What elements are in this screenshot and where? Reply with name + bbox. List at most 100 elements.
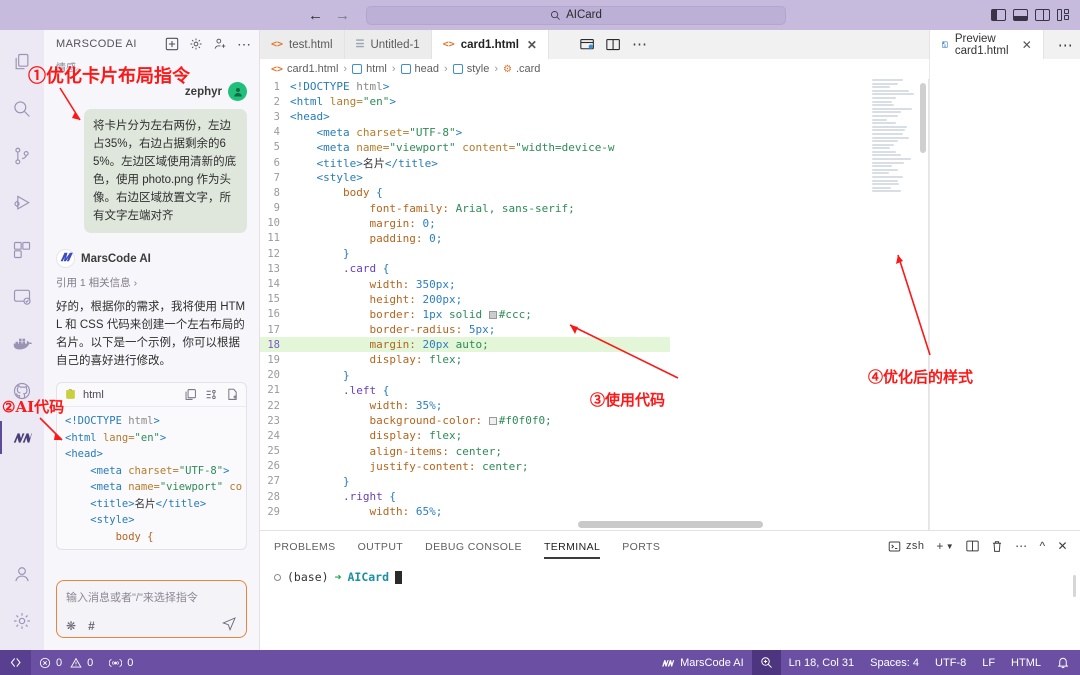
close-icon[interactable]: ✕ (1022, 38, 1032, 52)
preview-pane[interactable]: 张三 软件工程师 电话： 123456789 邮箱：zhangsan@examp… (929, 59, 1080, 530)
close-icon[interactable]: ✕ (1058, 539, 1068, 553)
zoom-status[interactable] (752, 650, 781, 675)
open-preview-icon[interactable] (580, 38, 595, 52)
tab-preview-card1[interactable]: Preview card1.html ✕ (930, 30, 1044, 59)
split-terminal-icon[interactable] (966, 540, 979, 552)
sidebar-item-source-control[interactable] (0, 132, 44, 179)
indentation[interactable]: Spaces: 4 (862, 650, 927, 675)
panel-left-icon[interactable] (991, 9, 1006, 21)
ai-conversation[interactable]: zephyr 将卡片分为左右两份，左边占35%，右边占据剩余的65%。左边区域使… (44, 72, 259, 580)
gear-icon[interactable] (189, 37, 203, 51)
code-line[interactable]: 26 justify-content: center; (260, 459, 670, 474)
new-file-icon[interactable] (226, 388, 239, 401)
code-line[interactable]: 28 .right { (260, 489, 670, 504)
copy-icon[interactable] (184, 388, 197, 401)
panel-tab-terminal[interactable]: TERMINAL (544, 534, 600, 559)
tab-untitled-1[interactable]: ☰ Untitled-1 (345, 30, 432, 59)
kill-terminal-icon[interactable] (991, 540, 1003, 553)
panel-tab-ports[interactable]: PORTS (622, 534, 660, 559)
code-line[interactable]: 9 font-family: Arial, sans-serif; (260, 201, 670, 216)
code-line[interactable]: 1<!DOCTYPE html> (260, 79, 670, 94)
notifications[interactable] (1049, 650, 1080, 675)
sparkle-icon[interactable]: ❋ (66, 619, 76, 633)
breadcrumb-item-head[interactable]: head (401, 63, 439, 75)
code-editor[interactable]: 1<!DOCTYPE html>2<html lang="en">3<head>… (260, 79, 670, 530)
assistant-reference[interactable]: 引用 1 相关信息 › (56, 275, 247, 290)
close-icon[interactable]: ✕ (527, 38, 537, 52)
sidebar-item-extensions[interactable] (0, 226, 44, 273)
line-ending[interactable]: LF (974, 650, 1003, 675)
horizontal-scrollbar[interactable] (578, 521, 763, 528)
code-line[interactable]: 3<head> (260, 109, 670, 124)
more-icon[interactable]: ⋯ (632, 41, 647, 49)
avatar[interactable] (228, 82, 247, 101)
breadcrumb-item-html[interactable]: html (352, 63, 387, 75)
code-line[interactable]: 6 <title>名片</title> (260, 155, 670, 170)
remote-indicator[interactable] (0, 650, 31, 675)
panel-right-icon[interactable] (1035, 9, 1050, 21)
tab-test-html[interactable]: <> test.html (260, 30, 345, 59)
problems-status[interactable]: 0 0 (31, 650, 101, 675)
ports-status[interactable]: 0 (101, 650, 141, 675)
code-line[interactable]: 16 border: 1px solid #ccc; (260, 307, 670, 322)
ai-input-box[interactable]: 输入消息或者"/"来选择指令 ❋ # (56, 580, 247, 638)
code-line[interactable]: 7 <style> (260, 170, 670, 185)
more-icon[interactable]: ⋯ (237, 39, 251, 49)
panel-bottom-icon[interactable] (1013, 9, 1028, 21)
sidebar-item-explorer[interactable] (0, 38, 44, 85)
code-line[interactable]: 8 body { (260, 185, 670, 200)
code-line[interactable]: 29 width: 65%; (260, 504, 670, 519)
code-line[interactable]: 19 display: flex; (260, 352, 670, 367)
code-line[interactable]: 24 display: flex; (260, 428, 670, 443)
shell-selector[interactable]: zsh (888, 540, 924, 553)
sidebar-item-remote-explorer[interactable] (0, 273, 44, 320)
code-line[interactable]: 23 background-color: #f0f0f0; (260, 413, 670, 428)
sidebar-item-search[interactable] (0, 85, 44, 132)
tab-card1-html[interactable]: <> card1.html ✕ (432, 30, 549, 59)
marscode-status[interactable]: MarsCode AI (653, 650, 752, 675)
code-line[interactable]: 2<html lang="en"> (260, 94, 670, 109)
code-line[interactable]: 18 margin: 20px auto; (260, 337, 670, 352)
sidebar-item-docker[interactable] (0, 320, 44, 367)
minimap[interactable] (872, 79, 916, 189)
code-line[interactable]: 11 padding: 0; (260, 231, 670, 246)
panel-tab-problems[interactable]: PROBLEMS (274, 534, 336, 559)
code-line[interactable]: 15 height: 200px; (260, 292, 670, 307)
send-icon[interactable] (221, 616, 237, 635)
code-line[interactable]: 20 } (260, 368, 670, 383)
more-icon[interactable]: ⋯ (1044, 30, 1080, 59)
terminal-body[interactable]: (base) ➜ AICard (260, 561, 1080, 584)
code-line[interactable]: 5 <meta name="viewport" content="width=d… (260, 140, 670, 155)
maximize-icon[interactable]: ^ (1040, 539, 1046, 553)
insert-icon[interactable] (205, 388, 218, 401)
code-line[interactable]: 27 } (260, 474, 670, 489)
breadcrumb-item-file[interactable]: <> card1.html (271, 63, 338, 75)
command-center-search[interactable]: AICard (366, 6, 786, 25)
code-line[interactable]: 21 .left { (260, 383, 670, 398)
breadcrumb-item-style[interactable]: style (453, 63, 490, 75)
split-editor-icon[interactable] (606, 38, 621, 52)
more-icon[interactable]: ⋯ (1015, 539, 1027, 553)
vertical-scrollbar[interactable] (920, 79, 926, 530)
code-line[interactable]: 14 width: 350px; (260, 276, 670, 291)
encoding[interactable]: UTF-8 (927, 650, 974, 675)
sidebar-item-github[interactable] (0, 367, 44, 414)
back-icon[interactable]: ← (308, 8, 323, 23)
cursor-position[interactable]: Ln 18, Col 31 (781, 650, 862, 675)
sidebar-item-settings[interactable] (0, 597, 44, 644)
hash-icon[interactable]: # (88, 619, 95, 633)
code-line[interactable]: 25 align-items: center; (260, 444, 670, 459)
breadcrumb-item-card[interactable]: ⚙ .card (503, 63, 540, 75)
terminal-scrollbar[interactable] (1073, 575, 1076, 597)
panel-tab-debug-console[interactable]: DEBUG CONSOLE (425, 534, 522, 559)
code-line[interactable]: 10 margin: 0; (260, 216, 670, 231)
language-mode[interactable]: HTML (1003, 650, 1049, 675)
code-line[interactable]: 12 } (260, 246, 670, 261)
new-chat-icon[interactable] (165, 37, 179, 51)
code-line[interactable]: 13 .card { (260, 261, 670, 276)
sidebar-item-run-and-debug[interactable] (0, 179, 44, 226)
panel-tab-output[interactable]: OUTPUT (358, 534, 404, 559)
forward-icon[interactable]: → (335, 8, 350, 23)
code-line[interactable]: 22 width: 35%; (260, 398, 670, 413)
new-terminal-icon[interactable]: +▼ (936, 539, 954, 553)
